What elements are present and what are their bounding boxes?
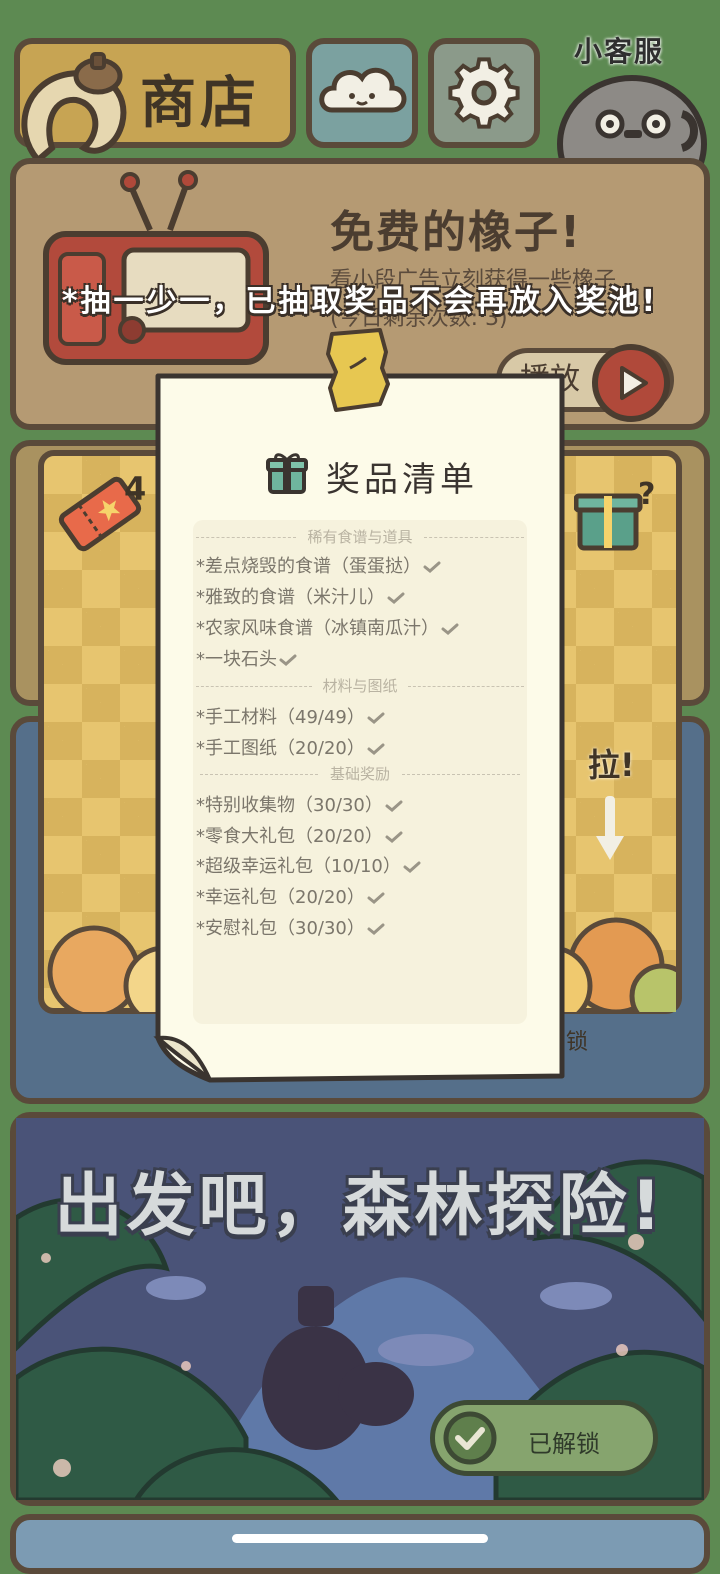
check-icon	[443, 1411, 497, 1465]
section-heading-materials: 材料与图纸	[196, 675, 524, 697]
prize-item: *差点烧毁的食谱（蛋蛋挞）	[196, 552, 441, 578]
prize-list-title: 奖品清单	[326, 460, 478, 500]
prize-item: *手工图纸（20/20）	[196, 734, 385, 760]
weather-button[interactable]	[306, 38, 418, 148]
squirrel-icon	[21, 52, 127, 164]
arrow-down-icon[interactable]	[594, 796, 626, 864]
prize-item: *雅致的食谱（米汁儿）	[196, 583, 405, 609]
home-indicator[interactable]	[232, 1534, 488, 1543]
prize-item: *零食大礼包（20/20）	[196, 822, 403, 848]
check-icon	[367, 892, 385, 904]
gacha-notice: *抽一少一，已抽取奖品不会再放入奖池!	[61, 284, 659, 319]
check-icon	[367, 923, 385, 935]
prize-item: *超级幸运礼包（10/10）	[196, 852, 421, 878]
settings-button[interactable]	[428, 38, 540, 148]
check-icon	[279, 654, 297, 666]
ticket-count: 4	[124, 470, 147, 508]
prize-item: *一块石头	[196, 645, 297, 671]
free-acorns-title: 免费的橡子!	[330, 207, 583, 258]
check-icon	[385, 800, 403, 812]
prize-item: *农家风味食谱（冰镇南瓜汁）	[196, 614, 459, 640]
prize-item: *幸运礼包（20/20）	[196, 883, 385, 909]
customer-service-bird-icon[interactable]	[552, 64, 712, 164]
mystery-gift-icon: ?	[574, 477, 655, 551]
tv-icon	[43, 170, 269, 365]
check-icon	[385, 831, 403, 843]
pull-label: 拉!	[588, 746, 635, 784]
section-heading-rare: 稀有食谱与道具	[196, 526, 524, 548]
shop-label: 商店	[140, 71, 260, 136]
check-icon	[403, 861, 421, 873]
prize-item: *安慰礼包（30/30）	[196, 914, 385, 940]
gear-icon	[448, 57, 520, 129]
cloud-icon	[319, 67, 407, 113]
check-icon	[387, 592, 405, 604]
tape-icon	[326, 328, 390, 412]
section-heading-basic: 基础奖励	[196, 763, 524, 785]
check-icon	[367, 712, 385, 724]
next-panel	[10, 1514, 710, 1574]
prize-item: *特别收集物（30/30）	[196, 791, 403, 817]
forest-unlocked-label: 已解锁	[528, 1430, 600, 1458]
gift-icon	[266, 453, 308, 494]
svg-text:?: ?	[638, 477, 655, 512]
forest-title: 出发吧，森林探险!	[54, 1167, 666, 1246]
check-icon	[423, 561, 441, 573]
prize-item: *手工材料（49/49）	[196, 703, 385, 729]
check-icon	[441, 623, 459, 635]
play-icon[interactable]	[590, 342, 672, 424]
check-icon	[367, 743, 385, 755]
